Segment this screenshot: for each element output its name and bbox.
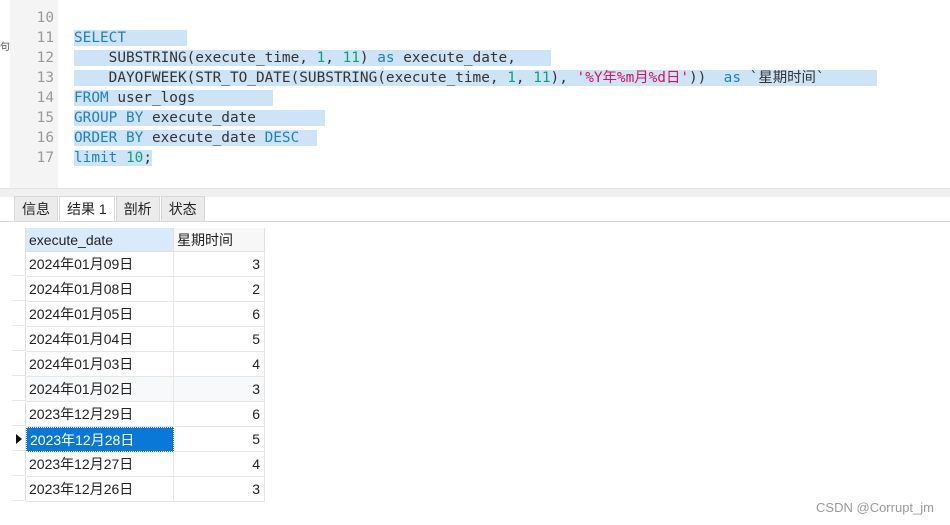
cell-weekday[interactable]: 5 (174, 427, 265, 452)
tab-result-1[interactable]: 结果 1 (59, 196, 115, 222)
cell-execute-date[interactable]: 2023年12月26日 (26, 477, 174, 502)
sql-editor[interactable]: 句 10 11 SELECT 12 SUBSTRING(execute_time,… (0, 0, 950, 188)
code-line-16[interactable]: 16 ORDER BY execute_date DESC (10, 128, 317, 148)
cell-weekday[interactable]: 6 (174, 402, 265, 427)
table-row[interactable]: 2024年01月05日 6 (12, 302, 265, 327)
cell-execute-date[interactable]: 2024年01月08日 (26, 277, 174, 302)
cell-execute-date[interactable]: 2023年12月28日 (26, 427, 174, 452)
cell-weekday[interactable]: 5 (174, 327, 265, 352)
table-row[interactable]: 2023年12月29日 6 (12, 402, 265, 427)
row-indicator[interactable] (12, 252, 26, 276)
table-row[interactable]: 2024年01月09日 3 (12, 252, 265, 277)
cell-weekday[interactable]: 3 (174, 377, 265, 402)
edge-glyph: 句 (0, 42, 10, 53)
row-indicator[interactable] (12, 327, 26, 351)
cell-weekday[interactable]: 4 (174, 452, 265, 477)
row-indicator[interactable] (12, 427, 26, 451)
table-row[interactable]: 2024年01月08日 2 (12, 277, 265, 302)
cell-execute-date[interactable]: 2024年01月05日 (26, 302, 174, 327)
table-row[interactable]: 2023年12月26日 3 (12, 477, 265, 502)
cell-weekday[interactable]: 6 (174, 302, 265, 327)
table-row[interactable]: 2024年01月02日 3 (12, 377, 265, 402)
row-indicator[interactable] (12, 402, 26, 426)
tabs-divider (0, 221, 950, 222)
row-indicator[interactable] (12, 277, 26, 301)
current-row-arrow-icon (16, 434, 22, 444)
keyword-select: SELECT (74, 30, 126, 46)
cell-execute-date[interactable]: 2024年01月09日 (26, 252, 174, 277)
code-line-12[interactable]: 12 SUBSTRING(execute_time, 1, 11) as exe… (10, 48, 551, 68)
row-indicator[interactable] (12, 452, 26, 476)
code-line-15[interactable]: 15 GROUP BY execute_date (10, 108, 326, 128)
header-corner (12, 228, 26, 252)
cell-weekday[interactable]: 3 (174, 252, 265, 277)
row-indicator[interactable] (12, 477, 26, 501)
grid-body: 2024年01月09日 3 2024年01月08日 2 2024年01月05日 6 2024… (12, 252, 265, 502)
cell-execute-date[interactable]: 2023年12月27日 (26, 452, 174, 477)
tab-status[interactable]: 状态 (160, 196, 205, 221)
table-row[interactable]: 2023年12月27日 4 (12, 452, 265, 477)
result-tabs: 信息 结果 1 剖析 状态 (14, 196, 206, 222)
cell-weekday[interactable]: 3 (174, 477, 265, 502)
cell-execute-date[interactable]: 2023年12月29日 (26, 402, 174, 427)
tab-profile[interactable]: 剖析 (115, 196, 160, 221)
row-indicator[interactable] (12, 352, 26, 376)
cell-execute-date[interactable]: 2024年01月02日 (26, 377, 174, 402)
code-line-14[interactable]: 14 FROM user_logs (10, 88, 274, 108)
cell-weekday[interactable]: 4 (174, 352, 265, 377)
result-grid[interactable]: execute_date 星期时间 2024年01月09日 3 2024年01月08… (12, 228, 265, 502)
row-indicator[interactable] (12, 377, 26, 401)
cell-execute-date[interactable]: 2024年01月03日 (26, 352, 174, 377)
table-row[interactable]: 2024年01月04日 5 (12, 327, 265, 352)
tab-info[interactable]: 信息 (14, 196, 58, 221)
cell-weekday[interactable]: 2 (174, 277, 265, 302)
column-header-weekday[interactable]: 星期时间 (174, 228, 265, 252)
table-row[interactable]: 2023年12月28日 5 (12, 427, 265, 452)
cell-execute-date[interactable]: 2024年01月04日 (26, 327, 174, 352)
column-header-execute-date[interactable]: execute_date (26, 228, 174, 252)
code-line-13[interactable]: 13 DAYOFWEEK(STR_TO_DATE(SUBSTRING(execu… (10, 68, 877, 88)
table-row[interactable]: 2024年01月03日 4 (12, 352, 265, 377)
code-line-11[interactable]: 11 SELECT (10, 28, 187, 48)
code-line-17[interactable]: 17 limit 10; (10, 148, 152, 168)
grid-header: execute_date 星期时间 (12, 228, 265, 252)
code-line-10[interactable]: 10 (10, 8, 74, 28)
row-indicator[interactable] (12, 302, 26, 326)
watermark: CSDN @Corrupt_jm (816, 500, 934, 515)
